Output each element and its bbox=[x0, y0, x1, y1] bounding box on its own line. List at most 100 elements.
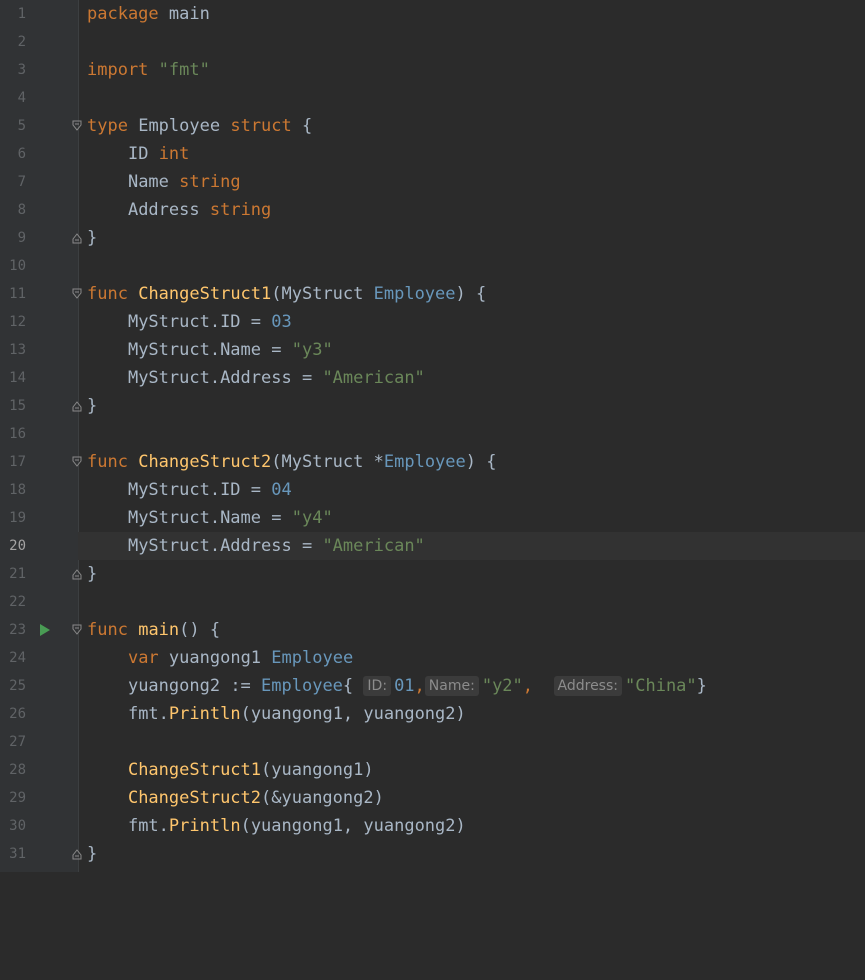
param-hint: ID: bbox=[363, 676, 392, 696]
fold-end-icon[interactable] bbox=[72, 848, 82, 860]
line-number: 2 bbox=[17, 34, 26, 50]
code-line[interactable]: 24 var yuangong1 Employee bbox=[0, 644, 865, 672]
code-line[interactable]: 28 ChangeStruct1(yuangong1) bbox=[0, 756, 865, 784]
fold-end-icon[interactable] bbox=[72, 400, 82, 412]
type-ref: Employee bbox=[271, 648, 354, 668]
code-line[interactable]: 30 fmt.Println(yuangong1, yuangong2) bbox=[0, 812, 865, 840]
identifier: yuangong1 bbox=[168, 648, 262, 668]
code-line[interactable]: 14 MyStruct.Address = "American" bbox=[0, 364, 865, 392]
run-icon[interactable] bbox=[40, 624, 50, 636]
keyword: struct bbox=[230, 116, 292, 136]
code-line[interactable]: 26 fmt.Println(yuangong1, yuangong2) bbox=[0, 700, 865, 728]
fold-end-icon[interactable] bbox=[72, 232, 82, 244]
punct: , bbox=[414, 676, 425, 696]
type-ref: Employee bbox=[261, 676, 343, 696]
line-number: 30 bbox=[9, 818, 26, 834]
code-line-current[interactable]: 20 MyStruct.Address = "American" bbox=[0, 532, 865, 560]
line-number: 18 bbox=[9, 482, 26, 498]
code-line[interactable]: 27 bbox=[0, 728, 865, 756]
code-line[interactable]: 22 bbox=[0, 588, 865, 616]
type-name: Employee bbox=[138, 116, 221, 136]
string-literal: "China" bbox=[625, 676, 697, 696]
identifier: MyStruct.Address bbox=[127, 368, 292, 388]
keyword: func bbox=[87, 620, 128, 640]
operator: = bbox=[291, 536, 323, 556]
package-ref: fmt bbox=[127, 816, 159, 836]
args: (yuangong1, yuangong2) bbox=[240, 704, 466, 724]
punct: () { bbox=[179, 620, 221, 640]
operator: := bbox=[220, 676, 262, 696]
function-call: ChangeStruct2 bbox=[127, 788, 262, 808]
line-number: 19 bbox=[9, 510, 26, 526]
line-number: 6 bbox=[17, 146, 26, 162]
code-line[interactable]: 31 } bbox=[0, 840, 865, 868]
punct: } bbox=[87, 564, 98, 584]
code-line[interactable]: 15 } bbox=[0, 392, 865, 420]
line-number: 23 bbox=[9, 622, 26, 638]
line-number: 26 bbox=[9, 706, 26, 722]
identifier: yuangong2 bbox=[127, 676, 221, 696]
code-line[interactable]: 7 Name string bbox=[0, 168, 865, 196]
fold-open-icon[interactable] bbox=[72, 288, 82, 300]
args: (&yuangong2) bbox=[261, 788, 384, 808]
line-number: 29 bbox=[9, 790, 26, 806]
line-number: 27 bbox=[9, 734, 26, 750]
string-literal: "y2" bbox=[481, 676, 523, 696]
code-line[interactable]: 29 ChangeStruct2(&yuangong2) bbox=[0, 784, 865, 812]
fold-end-icon[interactable] bbox=[72, 568, 82, 580]
punct: ) { bbox=[455, 284, 487, 304]
keyword: string bbox=[209, 200, 272, 220]
function-name: main bbox=[138, 620, 180, 640]
fold-open-icon[interactable] bbox=[72, 120, 82, 132]
code-line[interactable]: 1 package main bbox=[0, 0, 865, 28]
keyword: int bbox=[158, 144, 190, 164]
code-line[interactable]: 25 yuangong2 := Employee{ ID: 01, Name: "y2… bbox=[0, 672, 865, 700]
line-number: 12 bbox=[9, 314, 26, 330]
code-line[interactable]: 2 bbox=[0, 28, 865, 56]
code-line[interactable]: 18 MyStruct.ID = 04 bbox=[0, 476, 865, 504]
code-editor[interactable]: 1 package main 2 3 import "fmt" 4 5 type… bbox=[0, 0, 865, 872]
code-line[interactable]: 21 } bbox=[0, 560, 865, 588]
code-line[interactable]: 13 MyStruct.Name = "y3" bbox=[0, 336, 865, 364]
field-name: Address bbox=[127, 200, 200, 220]
code-line[interactable]: 6 ID int bbox=[0, 140, 865, 168]
type-ref: Employee bbox=[373, 284, 456, 304]
code-line[interactable]: 11 func ChangeStruct1(MyStruct Employee)… bbox=[0, 280, 865, 308]
punct: } bbox=[87, 396, 98, 416]
line-number: 21 bbox=[9, 566, 26, 582]
identifier: MyStruct.Name bbox=[127, 508, 262, 528]
fold-open-icon[interactable] bbox=[72, 624, 82, 636]
code-line[interactable]: 17 func ChangeStruct2(MyStruct *Employee… bbox=[0, 448, 865, 476]
code-line[interactable]: 19 MyStruct.Name = "y4" bbox=[0, 504, 865, 532]
line-number: 22 bbox=[9, 594, 26, 610]
line-number: 13 bbox=[9, 342, 26, 358]
package-ref: fmt bbox=[127, 704, 159, 724]
punct: } bbox=[696, 676, 707, 696]
line-number: 28 bbox=[9, 762, 26, 778]
line-number: 14 bbox=[9, 370, 26, 386]
code-line[interactable]: 8 Address string bbox=[0, 196, 865, 224]
punct: { bbox=[291, 116, 313, 136]
keyword: import bbox=[87, 60, 149, 80]
code-line[interactable]: 12 MyStruct.ID = 03 bbox=[0, 308, 865, 336]
code-line[interactable]: 5 type Employee struct { bbox=[0, 112, 865, 140]
code-line[interactable]: 16 bbox=[0, 420, 865, 448]
line-number-current: 20 bbox=[9, 538, 26, 554]
line-number: 5 bbox=[17, 118, 26, 134]
param-hint: Name: bbox=[424, 676, 479, 696]
code-line[interactable]: 9 } bbox=[0, 224, 865, 252]
code-line[interactable]: 23 func main() { bbox=[0, 616, 865, 644]
field-name: ID bbox=[127, 144, 149, 164]
keyword: func bbox=[87, 452, 128, 472]
fold-open-icon[interactable] bbox=[72, 456, 82, 468]
param-hint: Address: bbox=[553, 676, 622, 696]
code-line[interactable]: 4 bbox=[0, 84, 865, 112]
number-literal: 03 bbox=[271, 312, 292, 332]
code-line[interactable]: 10 bbox=[0, 252, 865, 280]
line-number: 3 bbox=[17, 62, 26, 78]
code-line[interactable]: 3 import "fmt" bbox=[0, 56, 865, 84]
line-number: 10 bbox=[9, 258, 26, 274]
line-number: 4 bbox=[17, 90, 26, 106]
identifier: MyStruct.Address bbox=[127, 536, 292, 556]
line-number: 16 bbox=[9, 426, 26, 442]
